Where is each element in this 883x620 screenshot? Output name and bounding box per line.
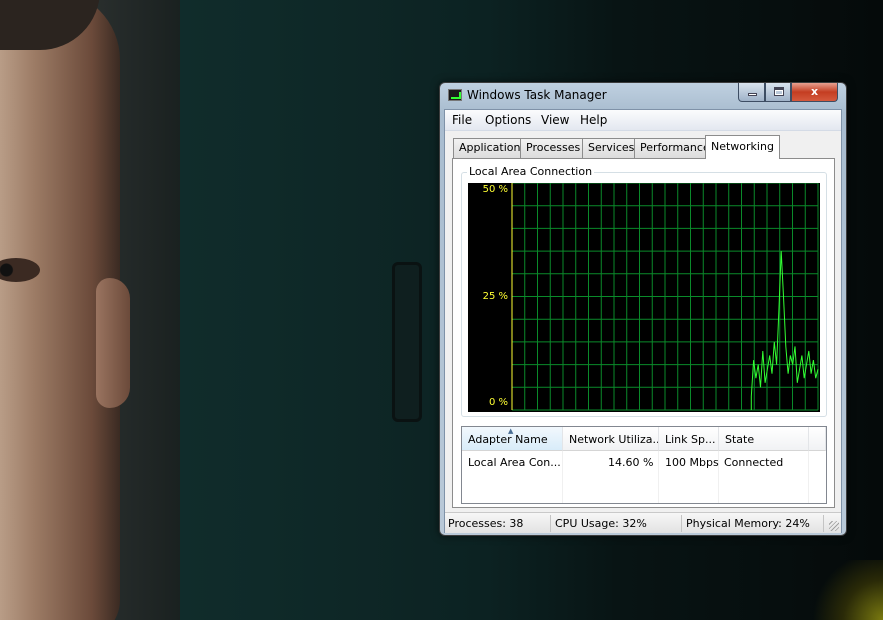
close-button[interactable]: x — [791, 83, 838, 102]
utilization-series-line — [750, 251, 819, 410]
tab-services[interactable]: Services — [582, 138, 641, 158]
maximize-button[interactable] — [765, 83, 791, 102]
networking-panel: Local Area Connection 50 % 25 % 0 % ▲ Ad… — [452, 158, 835, 508]
column-state[interactable]: State — [719, 427, 809, 451]
status-bar: Processes: 38 CPU Usage: 32% Physical Me… — [445, 512, 841, 533]
tab-performance[interactable]: Performance — [634, 138, 716, 158]
column-adapter-name[interactable]: ▲ Adapter Name — [462, 427, 563, 451]
window-body: File Options View Help Applications Proc… — [444, 109, 842, 533]
column-divider — [808, 451, 809, 503]
column-label: Link Sp... — [665, 433, 716, 446]
status-divider — [823, 515, 824, 532]
cell-link-speed: 100 Mbps — [665, 456, 719, 469]
cell-utilization: 14.60 % — [608, 456, 654, 469]
y-label-mid: 25 % — [482, 291, 508, 302]
menu-view[interactable]: View — [541, 113, 569, 127]
task-manager-icon — [448, 89, 462, 101]
column-label: Network Utiliza... — [569, 433, 659, 446]
connection-graph-group: Local Area Connection 50 % 25 % 0 % — [461, 165, 827, 417]
window-title: Windows Task Manager — [467, 88, 607, 102]
status-memory: Physical Memory: 24% — [686, 517, 810, 530]
title-bar[interactable]: Windows Task Manager x — [440, 83, 846, 108]
y-label-top: 50 % — [482, 184, 508, 195]
adapter-table: ▲ Adapter Name Network Utiliza... Link S… — [461, 426, 827, 504]
wallpaper-door-handle — [392, 262, 422, 422]
status-divider — [681, 515, 682, 532]
column-label: State — [725, 433, 755, 446]
column-link-speed[interactable]: Link Sp... — [659, 427, 719, 451]
maximize-icon — [774, 87, 784, 96]
menu-file[interactable]: File — [452, 113, 472, 127]
menu-help[interactable]: Help — [580, 113, 607, 127]
minimize-button[interactable] — [738, 83, 765, 102]
y-label-bottom: 0 % — [488, 397, 508, 408]
network-graph-canvas — [511, 183, 819, 411]
cell-state: Connected — [724, 456, 784, 469]
column-filler — [809, 427, 826, 451]
wallpaper-light — [803, 560, 883, 620]
resize-grip[interactable] — [829, 521, 839, 531]
status-processes: Processes: 38 — [448, 517, 524, 530]
status-divider — [550, 515, 551, 532]
close-icon: x — [810, 85, 819, 98]
graph-grid — [511, 183, 819, 411]
minimize-icon — [748, 93, 757, 96]
task-manager-window: Windows Task Manager x File Options View… — [439, 82, 847, 536]
tab-networking[interactable]: Networking — [705, 135, 780, 159]
menu-bar: File Options View Help — [445, 110, 841, 131]
column-divider — [658, 451, 659, 503]
cell-adapter-name[interactable]: Local Area Con... — [468, 456, 561, 469]
column-network-utilization[interactable]: Network Utiliza... — [563, 427, 659, 451]
network-graph: 50 % 25 % 0 % — [468, 183, 820, 412]
menu-options[interactable]: Options — [485, 113, 531, 127]
tab-processes[interactable]: Processes — [520, 138, 587, 158]
column-divider — [562, 451, 563, 503]
wallpaper-ear — [96, 278, 130, 408]
graph-title: Local Area Connection — [467, 165, 595, 178]
status-cpu: CPU Usage: 32% — [555, 517, 647, 530]
sort-ascending-icon: ▲ — [508, 427, 514, 435]
